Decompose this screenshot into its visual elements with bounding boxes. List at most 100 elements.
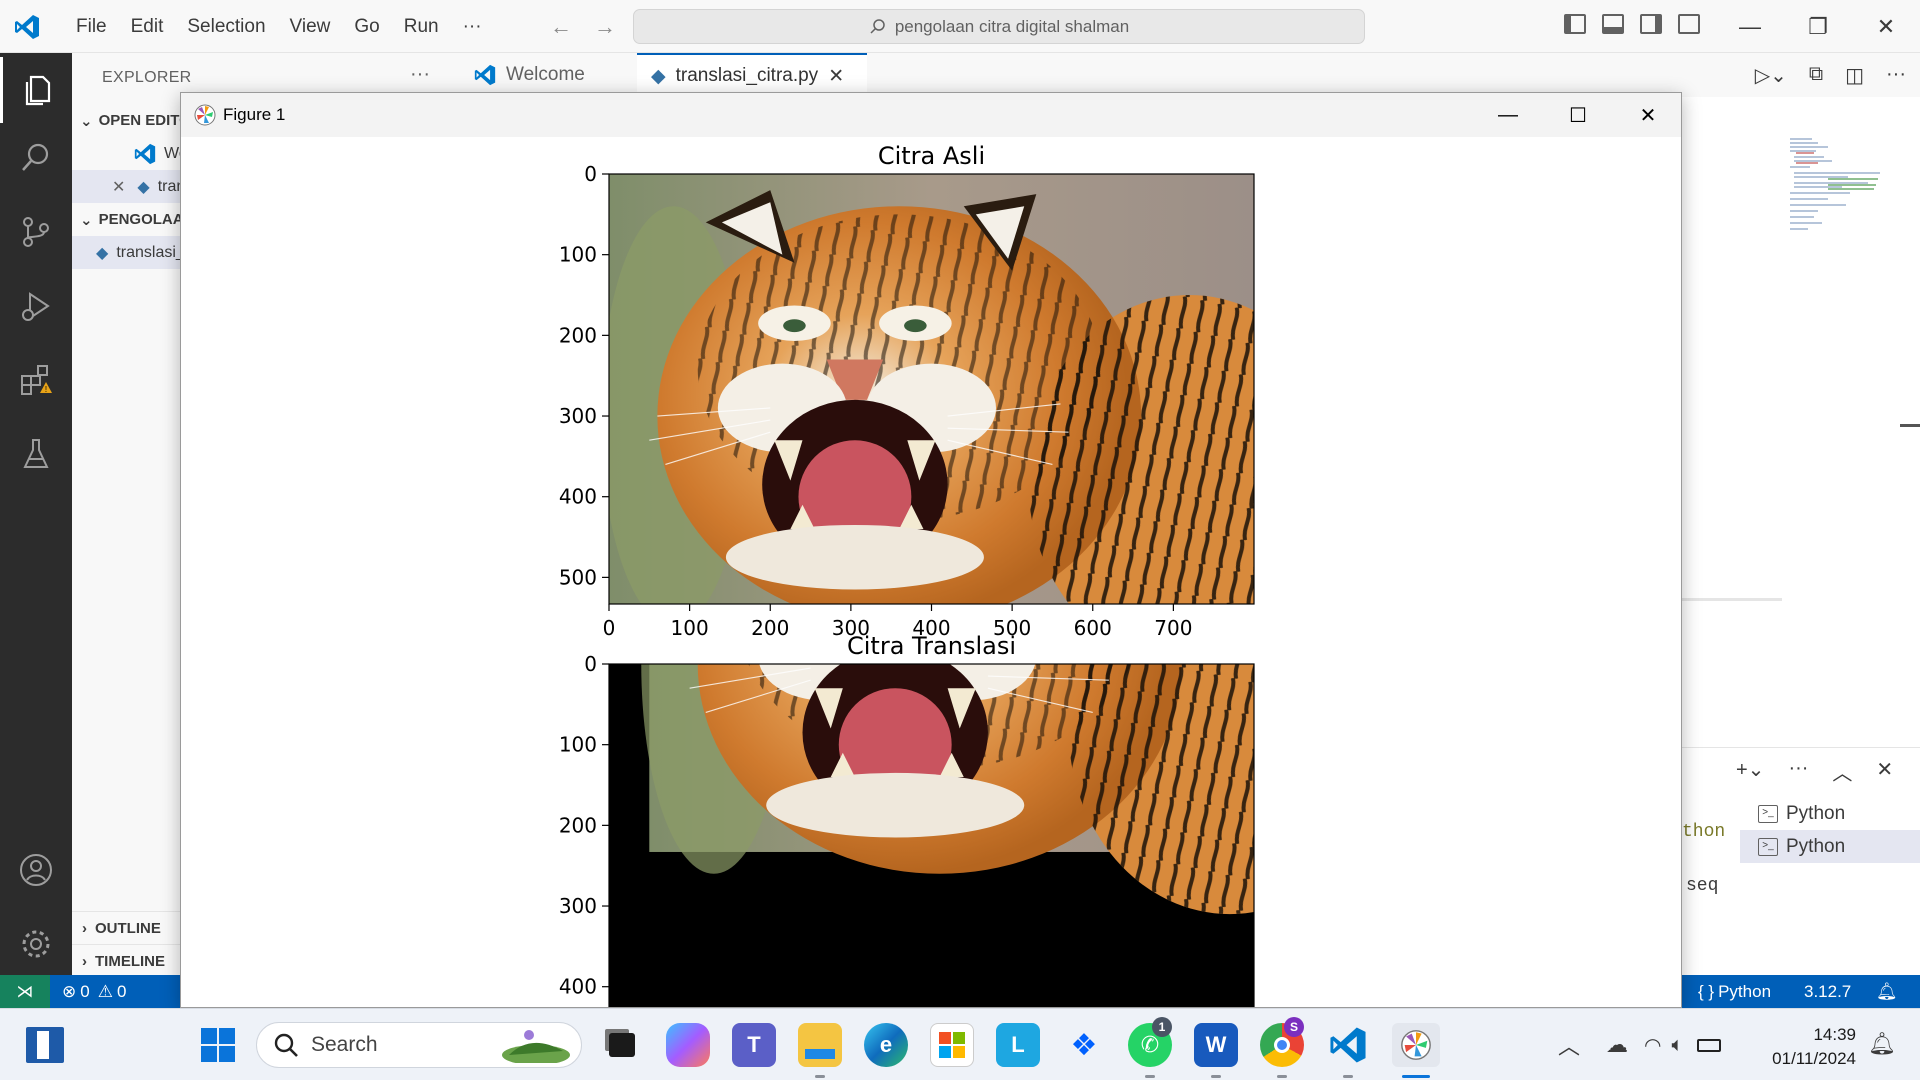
run-debug-activity[interactable] (0, 273, 72, 339)
chrome-profile-badge: S (1284, 1017, 1304, 1037)
tab-welcome[interactable]: Welcome (460, 53, 635, 97)
warning-icon: ⚠ (97, 981, 113, 1001)
forward-arrow-icon[interactable]: → (594, 14, 616, 40)
run-debug-icon (22, 292, 50, 321)
remote-indicator[interactable]: ⋊ (0, 975, 50, 1008)
toggle-secondary-sidebar-icon[interactable] (1640, 14, 1662, 34)
dropbox-icon[interactable]: ❖ (1062, 1023, 1106, 1067)
split-editor-icon[interactable]: ◫ (1845, 63, 1864, 88)
new-terminal-icon[interactable]: +⌄ (1736, 757, 1764, 786)
open-changes-icon[interactable]: ⧉ (1809, 63, 1823, 88)
maximize-panel-icon[interactable]: ︿ (1832, 757, 1852, 786)
more-actions-icon[interactable]: ··· (1886, 63, 1906, 88)
menu-run[interactable]: Run (392, 16, 451, 38)
explorer-header: EXPLORER (102, 69, 192, 86)
launcher-l-icon[interactable]: L (996, 1023, 1040, 1067)
source-control-activity[interactable] (0, 199, 72, 265)
notifications-bell-icon[interactable]: 🔔︎ (1876, 975, 1898, 1008)
extensions-activity[interactable]: ! (0, 347, 72, 413)
editor-actions: ▷⌄ ⧉ ◫ ··· (1755, 63, 1906, 88)
tab-translasi-citra[interactable]: ◆ translasi_citra.py ✕ (637, 53, 867, 97)
nav-arrows: ← → (550, 14, 616, 40)
search-icon (870, 18, 885, 34)
terminal-label: Python (1786, 802, 1846, 824)
volume-icon[interactable]: 🔈︎ (1665, 1034, 1689, 1057)
problems-indicator[interactable]: ⊗ 0 ⚠ 0 (62, 975, 126, 1008)
battery-icon[interactable] (1697, 1038, 1722, 1052)
close-icon[interactable]: ✕ (828, 65, 844, 88)
chevron-up-icon[interactable]: ︿ (1544, 1029, 1594, 1061)
vscode-logo-icon (15, 15, 39, 39)
widgets-icon[interactable] (26, 1027, 64, 1063)
start-windows-icon[interactable] (196, 1023, 240, 1067)
notification-bell-icon[interactable]: 🔔︎ (1868, 1031, 1896, 1057)
figure-canvas[interactable]: 01002003004005000 100 200 300 400 500 600 700 0… (181, 93, 1682, 1008)
matplotlib-logo-icon (1401, 1030, 1431, 1060)
explorer-activity[interactable] (0, 57, 72, 123)
microsoft-store-icon[interactable] (930, 1023, 974, 1067)
word-icon[interactable]: W (1194, 1023, 1238, 1067)
error-count: 0 (80, 981, 90, 1001)
copilot-icon[interactable] (666, 1023, 710, 1067)
terminal-output-text: seq (1686, 876, 1719, 896)
menu-edit[interactable]: Edit (119, 16, 176, 38)
command-center-search[interactable]: pengolaan citra digital shalman (633, 9, 1365, 44)
menu-more[interactable]: ··· (451, 16, 494, 38)
taskbar-search[interactable]: Search (256, 1022, 582, 1068)
python-figure-taskbar-icon[interactable] (1392, 1023, 1440, 1067)
teams-icon[interactable]: T (732, 1023, 776, 1067)
whatsapp-badge: 1 (1152, 1017, 1172, 1037)
y-tick-label: 0 (584, 652, 597, 676)
y-tick-label: 100 (559, 243, 597, 267)
python-file-icon: ◆ (137, 178, 150, 196)
y-tick-label: 100 (559, 733, 597, 757)
menu-bar: File Edit Selection View Go Run ··· (64, 0, 494, 53)
terminal-item[interactable]: >_ Python (1740, 830, 1920, 863)
menu-go[interactable]: Go (342, 16, 391, 38)
close-icon[interactable]: ✕ (112, 177, 125, 197)
terminal-item[interactable]: >_ Python (1740, 797, 1920, 830)
subplot-title: Citra Asli (878, 142, 985, 170)
accounts-activity[interactable] (0, 837, 72, 903)
y-tick-label: 200 (559, 323, 597, 347)
back-arrow-icon[interactable]: ← (550, 14, 572, 40)
edge-icon[interactable]: e (864, 1023, 908, 1067)
x-tick-label: 600 (1074, 616, 1112, 640)
python-version[interactable]: 3.12.7 (1804, 975, 1851, 1008)
clock[interactable]: 14:39 01/11/2024 (1752, 1023, 1856, 1071)
manage-activity[interactable] (0, 911, 72, 977)
menu-view[interactable]: View (278, 16, 343, 38)
chevron-right-icon: › (82, 952, 87, 970)
tab-label: translasi_citra.py (675, 65, 819, 86)
explorer-more-actions[interactable]: ··· (410, 63, 430, 86)
python-file-icon: ◆ (651, 65, 666, 87)
menu-selection[interactable]: Selection (175, 16, 277, 38)
figure-window: Figure 1 — ☐ ✕ 0 100 200 300 400 500 0 1… (180, 92, 1682, 1008)
scrollbar-marker (1900, 424, 1920, 427)
customize-layout-icon[interactable] (1678, 14, 1700, 34)
toggle-primary-sidebar-icon[interactable] (1564, 14, 1586, 34)
vscode-taskbar-icon[interactable] (1326, 1023, 1370, 1067)
more-actions-icon[interactable]: ··· (1788, 757, 1808, 786)
run-icon[interactable]: ▷⌄ (1755, 63, 1787, 88)
file-explorer-icon[interactable] (798, 1023, 842, 1067)
panel-actions: +⌄ ··· ︿ ✕ (1736, 757, 1893, 786)
warning-count: 0 (116, 981, 127, 1001)
onedrive-cloud-icon[interactable]: ☁︎ (1594, 1032, 1640, 1058)
toggle-panel-icon[interactable] (1602, 14, 1624, 34)
close-panel-icon[interactable]: ✕ (1876, 757, 1893, 786)
menu-file[interactable]: File (64, 16, 119, 38)
language-indicator[interactable]: { } Python (1698, 975, 1771, 1008)
activity-bar: ! (0, 53, 72, 975)
error-icon: ⊗ (62, 981, 77, 1001)
x-tick-label: 700 (1154, 616, 1192, 640)
minimize-icon[interactable]: — (1716, 0, 1784, 53)
wifi-icon[interactable]: ◠ (1640, 1033, 1665, 1058)
minimap[interactable] (1788, 135, 1884, 235)
close-icon[interactable]: ✕ (1852, 0, 1920, 53)
search-activity[interactable] (0, 125, 72, 191)
restore-icon[interactable]: ❐ (1784, 0, 1852, 53)
testing-activity[interactable] (0, 421, 72, 487)
y-tick-label: 300 (559, 404, 597, 428)
task-view-icon[interactable] (600, 1023, 644, 1067)
